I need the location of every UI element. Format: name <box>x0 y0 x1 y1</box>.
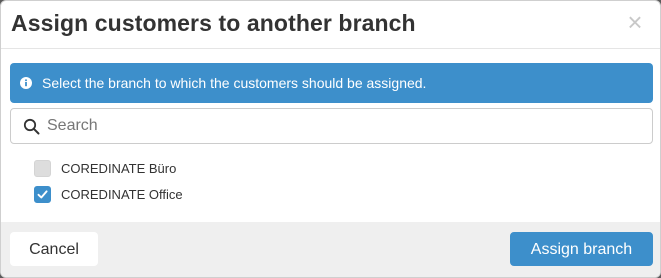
alert-message: Select the branch to which the customers… <box>42 75 427 91</box>
branch-label: COREDINATE Büro <box>61 160 177 176</box>
close-icon[interactable]: × <box>622 9 648 35</box>
info-alert: Select the branch to which the customers… <box>10 63 653 103</box>
dialog-footer: Cancel Assign branch <box>1 222 660 277</box>
checkmark-icon <box>37 189 48 198</box>
branch-item-buero[interactable]: COREDINATE Büro <box>34 155 183 181</box>
search-box[interactable] <box>10 108 653 144</box>
cancel-button[interactable]: Cancel <box>10 232 98 266</box>
branch-item-office[interactable]: COREDINATE Office <box>34 181 183 207</box>
dialog-header: Assign customers to another branch × <box>1 1 660 49</box>
search-icon <box>23 118 40 135</box>
assign-branch-button[interactable]: Assign branch <box>510 232 653 266</box>
branch-label: COREDINATE Office <box>61 186 183 202</box>
search-input[interactable] <box>47 113 637 139</box>
branch-checkbox-unchecked[interactable] <box>34 159 51 177</box>
info-circle-icon <box>20 77 32 89</box>
dialog-title: Assign customers to another branch <box>11 10 416 36</box>
branch-checkbox-checked[interactable] <box>34 185 51 203</box>
assign-branch-dialog: Assign customers to another branch × Sel… <box>0 0 661 278</box>
branch-list: COREDINATE Büro COREDINATE Office <box>34 155 183 207</box>
